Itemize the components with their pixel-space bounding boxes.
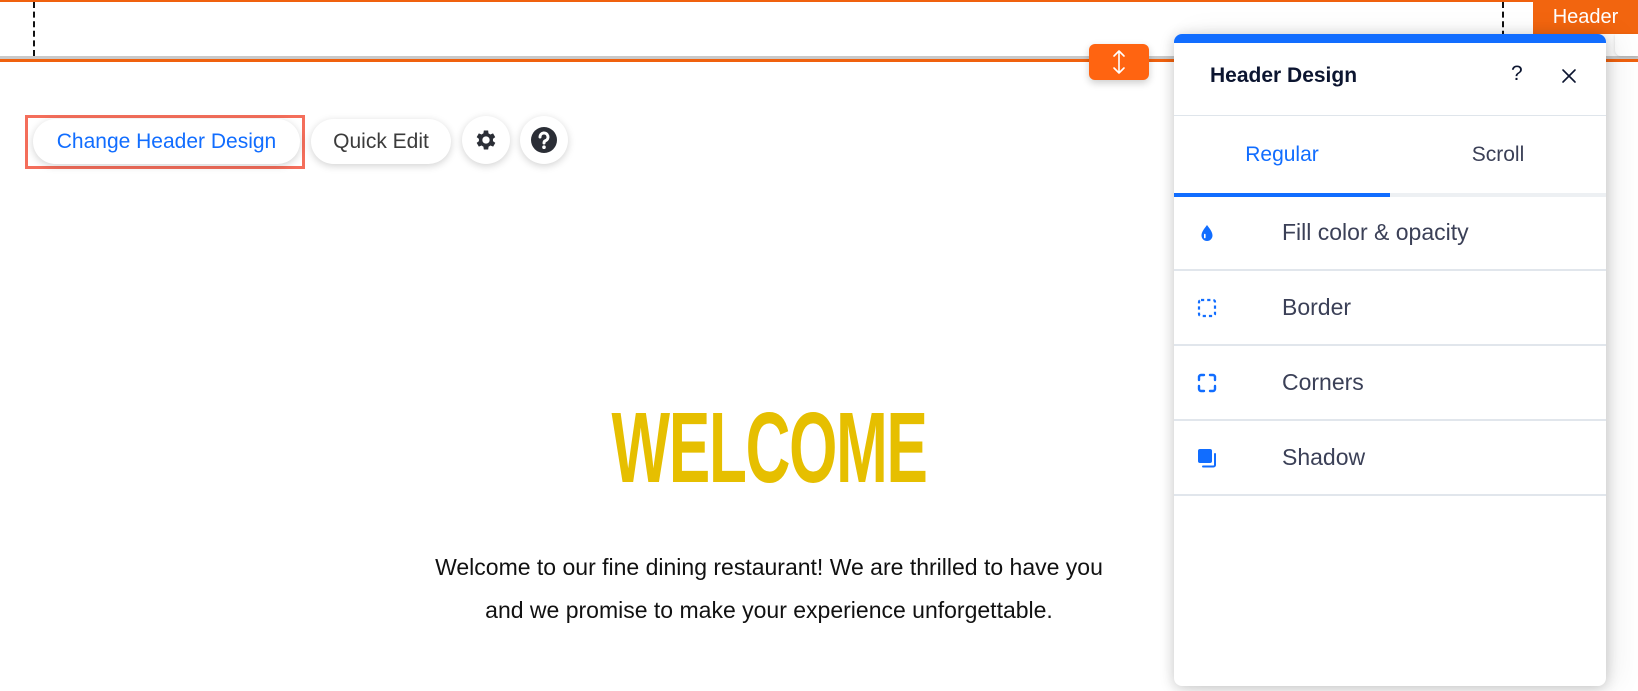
tab-regular[interactable]: Regular	[1174, 116, 1390, 193]
option-label: Fill color & opacity	[1282, 219, 1469, 245]
dashed-square-icon	[1197, 298, 1217, 318]
option-fill-color[interactable]: Fill color & opacity	[1174, 196, 1606, 271]
panel-title: Header Design	[1210, 64, 1358, 87]
panel-help-button[interactable]: ?	[1511, 62, 1523, 86]
panel-close-button[interactable]	[1559, 66, 1579, 86]
corners-icon	[1197, 373, 1217, 393]
option-label: Corners	[1282, 369, 1364, 395]
panel-tabs: Regular Scroll	[1174, 116, 1606, 197]
shadow-icon	[1198, 449, 1216, 468]
panel-accent-stripe	[1174, 34, 1606, 43]
change-header-design-button[interactable]: Change Header Design	[33, 119, 300, 164]
option-label: Shadow	[1282, 444, 1366, 470]
design-options-list: Fill color & opacity Border Corners Shad…	[1174, 196, 1606, 496]
help-button[interactable]	[520, 116, 568, 164]
vertical-resize-icon	[1113, 50, 1125, 74]
grid-guide-left	[33, 2, 35, 56]
header-design-panel: Header Design ? Regular Scroll Fill colo…	[1174, 34, 1606, 686]
droplet-icon	[1201, 225, 1213, 241]
option-corners[interactable]: Corners	[1174, 346, 1606, 421]
header-resize-handle[interactable]	[1089, 44, 1149, 80]
settings-button[interactable]	[462, 116, 510, 164]
tab-scroll[interactable]: Scroll	[1390, 116, 1606, 193]
welcome-paragraph: Welcome to our fine dining restaurant! W…	[435, 554, 1103, 623]
question-circle-icon	[531, 127, 557, 153]
header-top-border	[0, 0, 1638, 2]
gear-icon	[476, 130, 496, 150]
header-tag-tab	[1615, 34, 1638, 56]
quick-edit-button[interactable]: Quick Edit	[311, 119, 451, 164]
close-icon	[1562, 69, 1576, 83]
option-shadow[interactable]: Shadow	[1174, 421, 1606, 496]
option-label: Border	[1282, 294, 1352, 320]
header-section-tag[interactable]: Header	[1533, 0, 1638, 34]
option-border[interactable]: Border	[1174, 271, 1606, 346]
welcome-heading-text: WELCOME	[611, 392, 927, 504]
